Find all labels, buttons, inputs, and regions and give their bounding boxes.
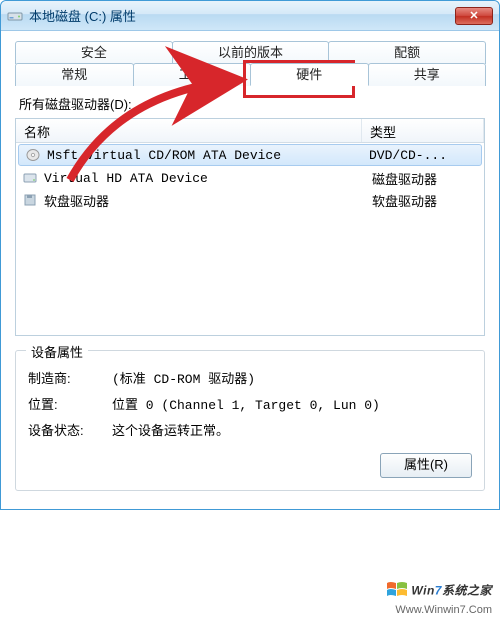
location-label: 位置: [28, 394, 112, 413]
manufacturer-label: 制造商: [28, 368, 112, 387]
watermark-text-prefix: Win [411, 584, 434, 598]
watermark-text-seven: 7 [435, 584, 442, 598]
status-label: 设备状态: [28, 420, 112, 439]
group-legend: 设备属性 [26, 342, 88, 361]
tab-strip: 安全 以前的版本 配额 常规 工具 硬件 共享 [15, 41, 485, 86]
watermark-url: Www.Winwin7.Com [395, 604, 492, 616]
tab-hardware[interactable]: 硬件 [250, 63, 369, 86]
list-item-name: 软盘驱动器 [38, 191, 366, 210]
properties-window: 本地磁盘 (C:) 属性 ✕ 安全 以前的版本 配额 常规 工具 硬件 共享 所… [0, 0, 500, 510]
column-header-type[interactable]: 类型 [362, 119, 484, 142]
list-item-type: DVD/CD-... [363, 148, 481, 163]
titlebar[interactable]: 本地磁盘 (C:) 属性 ✕ [1, 1, 499, 31]
client-area: 安全 以前的版本 配额 常规 工具 硬件 共享 所有磁盘驱动器(D): 名称 类… [1, 31, 499, 509]
hdd-icon [22, 171, 38, 185]
list-item-type: 软盘驱动器 [366, 191, 484, 210]
tab-quota[interactable]: 配额 [328, 41, 486, 64]
list-item[interactable]: Virtual HD ATA Device 磁盘驱动器 [16, 167, 484, 189]
status-value: 这个设备运转正常。 [112, 420, 472, 439]
manufacturer-value: (标准 CD-ROM 驱动器) [112, 368, 472, 387]
device-properties-button[interactable]: 属性(R) [380, 453, 472, 478]
watermark-text-suffix: 系统之家 [442, 584, 492, 598]
close-icon: ✕ [469, 9, 478, 22]
all-drives-label: 所有磁盘驱动器(D): [19, 94, 485, 113]
device-properties-group: 设备属性 制造商: (标准 CD-ROM 驱动器) 位置: 位置 0 (Chan… [15, 350, 485, 491]
watermark: Win7系统之家 Www.Winwin7.Com [386, 581, 492, 616]
window-title: 本地磁盘 (C:) 属性 [29, 6, 455, 25]
floppy-icon [22, 193, 38, 207]
list-item-name: Virtual HD ATA Device [38, 171, 366, 186]
tab-general[interactable]: 常规 [15, 63, 134, 86]
tab-previous-versions[interactable]: 以前的版本 [172, 41, 330, 64]
listview-header: 名称 类型 [16, 119, 484, 143]
windows-flag-icon [386, 581, 408, 602]
cdrom-icon [25, 148, 41, 162]
list-item[interactable]: 软盘驱动器 软盘驱动器 [16, 189, 484, 211]
column-header-name[interactable]: 名称 [16, 119, 362, 142]
listview-body: Msft Virtual CD/ROM ATA Device DVD/CD-..… [16, 144, 484, 211]
tab-sharing[interactable]: 共享 [368, 63, 487, 86]
list-item-type: 磁盘驱动器 [366, 169, 484, 188]
list-item-name: Msft Virtual CD/ROM ATA Device [41, 148, 363, 163]
tab-security[interactable]: 安全 [15, 41, 173, 64]
tab-tools[interactable]: 工具 [133, 63, 252, 86]
drive-listview[interactable]: 名称 类型 Msft Virtual CD/ROM ATA Device DVD… [15, 118, 485, 336]
list-item[interactable]: Msft Virtual CD/ROM ATA Device DVD/CD-..… [18, 144, 482, 166]
drive-icon [7, 8, 23, 24]
location-value: 位置 0 (Channel 1, Target 0, Lun 0) [112, 394, 472, 413]
close-button[interactable]: ✕ [455, 7, 493, 25]
